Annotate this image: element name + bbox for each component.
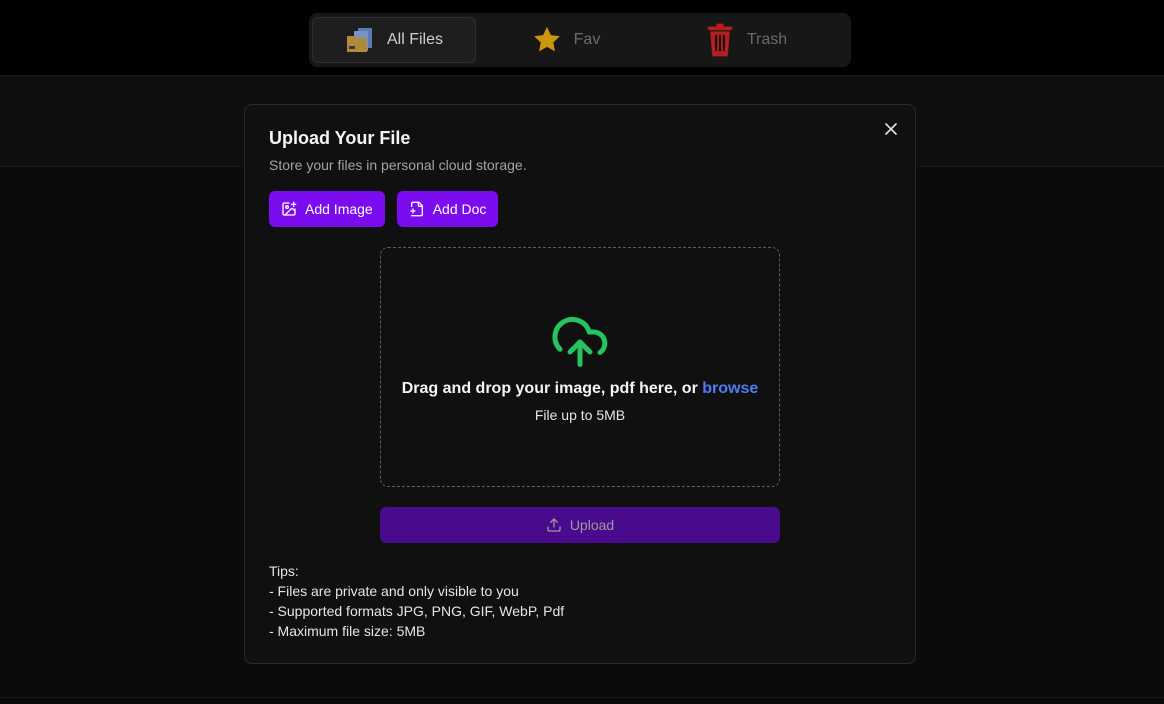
tips-heading: Tips: — [269, 563, 299, 579]
dropzone-instructions: Drag and drop your image, pdf here, or b… — [381, 380, 779, 398]
divider — [0, 697, 1164, 698]
close-icon — [885, 123, 897, 135]
tab-all-files[interactable]: All Files — [312, 17, 476, 63]
file-type-buttons: Add Image Add Doc — [269, 191, 499, 227]
upload-icon — [547, 518, 561, 532]
add-doc-label: Add Doc — [432, 201, 487, 217]
tab-label: Fav — [573, 31, 601, 48]
top-navigation-bar: All Files Fav Trash — [0, 0, 1164, 76]
cloud-upload-icon — [552, 317, 608, 367]
star-icon — [532, 25, 562, 55]
dialog-subtitle: Store your files in personal cloud stora… — [269, 157, 527, 173]
tab-trash[interactable]: Trash — [656, 17, 836, 63]
upload-label: Upload — [569, 517, 615, 533]
tips: Tips: - Files are private and only visib… — [269, 561, 564, 641]
dialog-title: Upload Your File — [269, 128, 411, 148]
tab-label: All Files — [386, 31, 443, 48]
file-dropzone[interactable]: Drag and drop your image, pdf here, or b… — [380, 247, 780, 487]
file-plus-icon — [409, 201, 425, 217]
trash-icon — [705, 23, 735, 57]
close-button[interactable] — [883, 121, 899, 137]
tip-item: - Maximum file size: 5MB — [269, 623, 426, 639]
image-plus-icon — [281, 201, 297, 217]
add-image-label: Add Image — [305, 201, 373, 217]
tab-fav[interactable]: Fav — [476, 17, 656, 63]
browse-link[interactable]: browse — [702, 380, 758, 397]
nav-tabs: All Files Fav Trash — [309, 13, 851, 67]
add-image-button[interactable]: Add Image — [269, 191, 385, 227]
upload-dialog: Upload Your File Store your files in per… — [244, 104, 916, 664]
folders-icon — [345, 25, 375, 55]
file-size-limit: File up to 5MB — [534, 407, 626, 423]
add-doc-button[interactable]: Add Doc — [396, 191, 499, 227]
upload-button[interactable]: Upload — [380, 507, 780, 543]
dropzone-main-text: Drag and drop your image, pdf here, or — [401, 380, 703, 397]
tab-label: Trash — [746, 31, 788, 48]
tip-item: - Files are private and only visible to … — [269, 583, 519, 599]
tip-item: - Supported formats JPG, PNG, GIF, WebP,… — [269, 603, 565, 619]
